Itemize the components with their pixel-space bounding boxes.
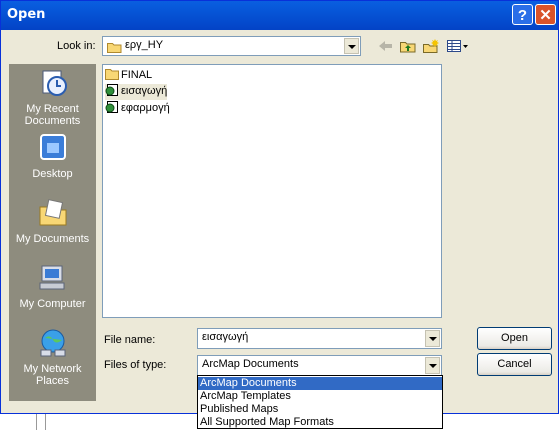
list-item[interactable]: εφαρμογή: [105, 101, 170, 117]
close-button[interactable]: ✕: [535, 4, 556, 25]
place-label: My Network Places: [23, 363, 82, 387]
arcmap-document-icon: [105, 101, 118, 113]
file-name-value: εισαγωγή: [202, 331, 249, 343]
network-places-icon: [40, 329, 65, 357]
my-computer-icon: [39, 265, 64, 290]
arcmap-document-icon: [105, 84, 118, 96]
file-name-field[interactable]: εισαγωγή: [197, 328, 442, 349]
dropdown-option[interactable]: ArcMap Documents: [198, 377, 442, 390]
places-bar: My Recent Documents Desktop My Documents…: [9, 64, 96, 401]
place-my-computer[interactable]: My Computer: [9, 263, 96, 310]
file-name: εφαρμογή: [121, 102, 170, 114]
files-of-type-label: Files of type:: [104, 359, 167, 371]
dropdown-option[interactable]: Published Maps: [198, 403, 442, 416]
file-name: FINAL: [121, 69, 153, 81]
background-window-edge: [36, 414, 46, 430]
help-button[interactable]: ?: [512, 4, 533, 25]
folder-icon: [107, 43, 122, 53]
list-item[interactable]: FINAL: [105, 68, 152, 84]
up-folder-icon[interactable]: [399, 38, 417, 54]
open-button[interactable]: Open: [477, 327, 552, 350]
chevron-down-icon[interactable]: [425, 330, 440, 347]
new-folder-icon[interactable]: [422, 38, 440, 54]
place-label: Desktop: [32, 168, 73, 180]
desktop-icon: [39, 134, 66, 160]
place-label: My Computer: [19, 298, 86, 310]
dropdown-option[interactable]: All Supported Map Formats: [198, 416, 442, 429]
place-desktop[interactable]: Desktop: [9, 133, 96, 180]
look-in-value: εργ_HY: [125, 39, 164, 51]
chevron-down-icon[interactable]: [425, 357, 440, 374]
list-item[interactable]: εισαγωγή: [105, 84, 168, 100]
folder-icon: [105, 69, 119, 80]
cancel-button[interactable]: Cancel: [477, 353, 552, 376]
dropdown-option[interactable]: ArcMap Templates: [198, 390, 442, 403]
chevron-down-icon[interactable]: [344, 38, 359, 54]
place-label: My Recent Documents: [24, 103, 81, 127]
place-label: My Documents: [15, 233, 90, 245]
back-arrow-icon[interactable]: [377, 38, 395, 54]
place-my-network[interactable]: My Network Places: [9, 328, 96, 387]
file-name-label: File name:: [104, 334, 156, 346]
window-title: Open: [7, 7, 46, 22]
files-of-type-select[interactable]: ArcMap Documents: [197, 355, 442, 376]
look-in-combo[interactable]: εργ_HY: [102, 36, 361, 56]
title-bar[interactable]: Open ? ✕: [1, 1, 558, 30]
file-name: εισαγωγή: [121, 85, 168, 97]
recent-documents-icon: [42, 70, 67, 96]
place-my-documents[interactable]: My Documents: [9, 198, 96, 245]
place-recent-documents[interactable]: My Recent Documents: [9, 68, 96, 127]
files-of-type-dropdown[interactable]: ArcMap Documents ArcMap Templates Publis…: [197, 375, 443, 429]
views-menu-icon[interactable]: [446, 38, 470, 54]
open-dialog: Open ? ✕ Look in: εργ_HY My Recent Docum…: [0, 0, 559, 414]
look-in-label: Look in:: [57, 40, 96, 52]
file-list[interactable]: FINAL εισαγωγή εφαρμογή: [102, 64, 442, 318]
files-of-type-value: ArcMap Documents: [202, 358, 299, 370]
my-documents-icon: [39, 199, 66, 226]
